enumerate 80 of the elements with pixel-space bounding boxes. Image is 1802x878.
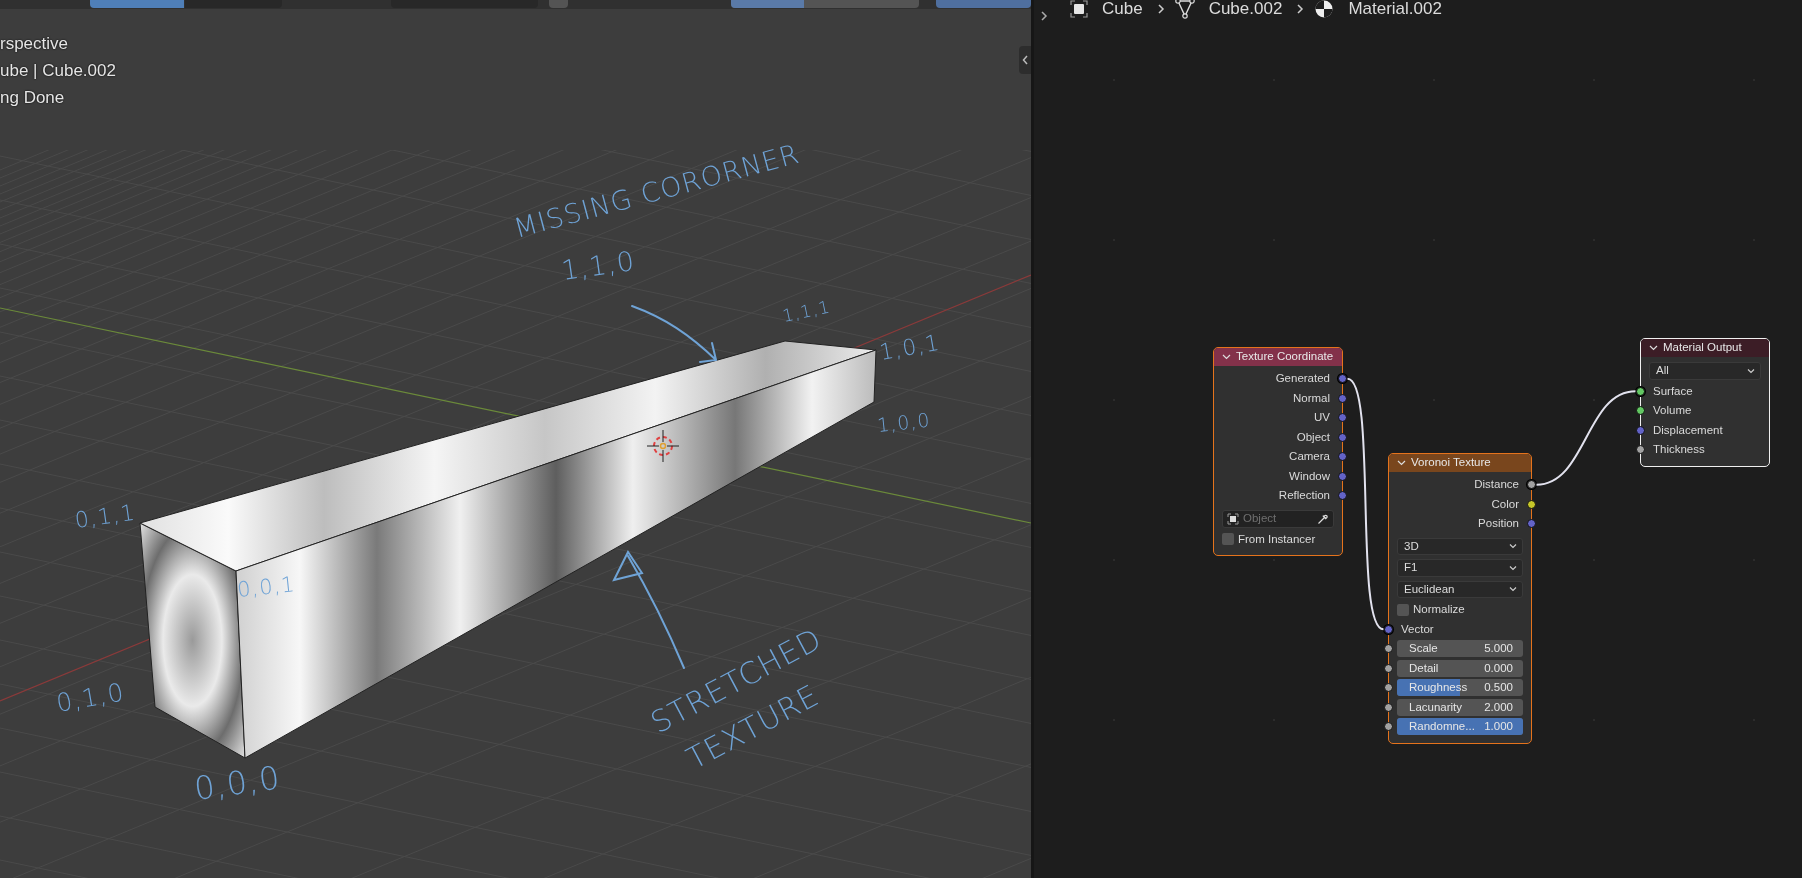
node-socket[interactable] — [1384, 683, 1393, 693]
node-socket[interactable] — [1338, 452, 1347, 462]
node-header[interactable]: Material Output — [1641, 339, 1769, 357]
annotation-text: 0,1,1 — [73, 499, 138, 533]
3d-cursor-icon — [646, 429, 680, 463]
socket-label: Generated — [1275, 371, 1330, 387]
node-socket[interactable] — [1636, 445, 1645, 455]
cube-icon — [1227, 512, 1239, 525]
socket-label: Normal — [1292, 390, 1330, 406]
viewport-info-text: rspective — [0, 33, 70, 55]
toolbar-checkbox[interactable] — [549, 0, 568, 8]
node-socket[interactable] — [1636, 425, 1645, 435]
cube-icon — [1070, 0, 1088, 18]
node-socket[interactable] — [1338, 374, 1347, 384]
viewport-info-text: ng Done — [0, 87, 66, 109]
node-socket[interactable] — [1384, 644, 1393, 654]
socket-label: Thickness — [1653, 442, 1705, 458]
node-socket[interactable] — [1338, 491, 1347, 501]
node-socket[interactable] — [1384, 663, 1393, 673]
number-field[interactable]: Scale 5.000 — [1397, 640, 1523, 658]
annotation-text: 1,1,1 — [780, 296, 833, 326]
dropdown[interactable]: Euclidean — [1397, 580, 1523, 598]
node-header[interactable]: Texture Coordinate — [1214, 348, 1342, 366]
socket-label: Distance — [1474, 477, 1519, 493]
node-socket[interactable] — [1384, 702, 1393, 712]
collapse-tab[interactable] — [1019, 46, 1031, 74]
annotation-text: 0,0,0 — [191, 758, 283, 808]
node-socket[interactable] — [1384, 624, 1393, 634]
number-field[interactable]: Lacunarity 2.000 — [1397, 698, 1523, 716]
dropdown[interactable]: 3D — [1397, 537, 1523, 555]
socket-label: Displacement — [1653, 422, 1723, 438]
node-socket[interactable] — [1527, 480, 1536, 490]
caret-icon — [1747, 367, 1755, 374]
socket-label: Surface — [1653, 383, 1693, 399]
node-socket[interactable] — [1636, 406, 1645, 416]
node-socket[interactable] — [1384, 722, 1393, 732]
caret-icon — [1509, 586, 1517, 593]
node-socket[interactable] — [1338, 432, 1347, 442]
socket-label: Reflection — [1278, 488, 1330, 504]
socket-label: Color — [1491, 496, 1519, 512]
socket-label: Object — [1296, 429, 1330, 445]
socket-label: Position — [1478, 516, 1519, 532]
checkbox[interactable]: Normalize — [1389, 600, 1531, 620]
node-title: Material Output — [1663, 340, 1742, 356]
socket-label: Window — [1289, 468, 1330, 484]
breadcrumb-item[interactable]: Material.002 — [1348, 0, 1442, 22]
annotation-text: 1,0,1 — [877, 329, 942, 365]
number-field[interactable]: Detail 0.000 — [1397, 659, 1523, 677]
chevron-icon — [1296, 3, 1305, 15]
node-socket[interactable] — [1636, 386, 1645, 396]
annotation-text: 1,1,0 — [559, 245, 637, 286]
chevron-icon — [1021, 55, 1029, 65]
annotation-text: 0,0,1 — [236, 572, 297, 602]
eyedropper-icon[interactable] — [1317, 512, 1329, 525]
node-socket[interactable] — [1527, 499, 1536, 509]
annotation-text: 1,0,0 — [876, 408, 932, 436]
breadcrumb-item[interactable]: Cube — [1102, 0, 1143, 22]
socket-label: Camera — [1289, 449, 1330, 465]
chevron-icon[interactable] — [1040, 10, 1048, 22]
node-title: Texture Coordinate — [1236, 349, 1334, 365]
socket-label: UV — [1314, 410, 1330, 426]
node-socket[interactable] — [1338, 471, 1347, 481]
node-title: Voronoi Texture — [1411, 455, 1491, 471]
caret-icon — [1509, 564, 1517, 571]
chevron-icon — [1156, 3, 1165, 15]
caret-icon — [1509, 543, 1517, 550]
toolbar-slider[interactable] — [731, 0, 919, 8]
annotation-text: 0,1,0 — [54, 677, 127, 718]
value-slider[interactable]: Randomne... 1.000 — [1397, 718, 1523, 736]
socket-label: Vector — [1401, 621, 1434, 637]
dropdown[interactable]: All — [1649, 362, 1761, 380]
socket-label: Volume — [1653, 403, 1692, 419]
dropdown[interactable]: F1 — [1397, 559, 1523, 577]
checkbox[interactable]: From Instancer — [1214, 529, 1342, 549]
node-socket[interactable] — [1527, 519, 1536, 529]
node-socket[interactable] — [1338, 393, 1347, 403]
breadcrumb-item[interactable]: Cube.002 — [1208, 0, 1283, 22]
viewport-info-text: ube | Cube.002 — [0, 60, 116, 82]
node-socket[interactable] — [1338, 413, 1347, 423]
node-header[interactable]: Voronoi Texture — [1389, 454, 1531, 472]
